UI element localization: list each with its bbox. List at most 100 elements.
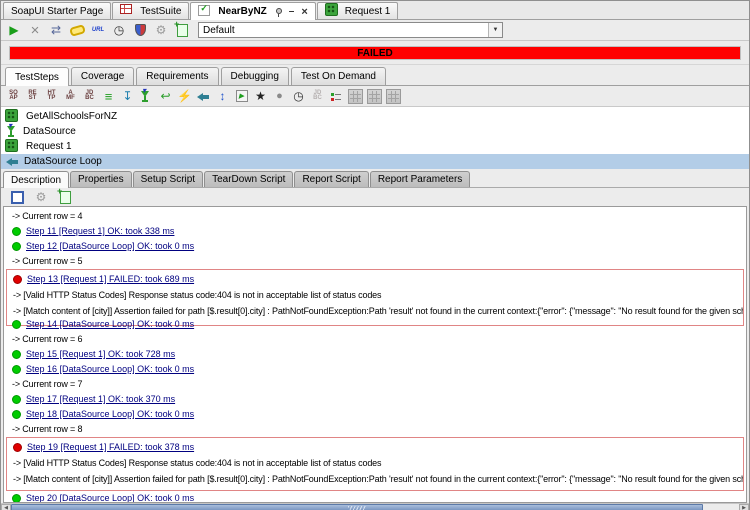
- http-request-step-icon[interactable]: HTTP: [44, 89, 59, 104]
- teststep-label: DataSource Loop: [24, 156, 102, 167]
- scroll-right-button[interactable]: ▶: [739, 504, 749, 510]
- doc-tab-nearbynz[interactable]: NearByNZ–×: [190, 2, 315, 20]
- teststep-datasource-loop[interactable]: DataSource Loop: [1, 154, 749, 169]
- share-link-icon[interactable]: [69, 22, 85, 38]
- copy-url-icon[interactable]: URL: [90, 22, 106, 38]
- datasource-loop-step-icon[interactable]: [196, 89, 211, 104]
- teststep-request-1[interactable]: Request 1: [1, 139, 749, 154]
- log-step-link[interactable]: Step 19 [Request 1] FAILED: took 378 ms: [27, 439, 194, 455]
- manual-step-icon[interactable]: JDBC: [310, 89, 325, 104]
- tab-teststeps[interactable]: TestSteps: [5, 67, 69, 86]
- log-step-link[interactable]: Step 18 [DataSource Loop] OK: took 0 ms: [26, 407, 194, 422]
- cancel-button[interactable]: ×: [27, 22, 43, 38]
- doc-tab-label: TestSuite: [140, 6, 181, 17]
- property-transfer-step-icon[interactable]: ↕: [215, 89, 230, 104]
- log-step-link[interactable]: Step 16 [DataSource Loop] OK: took 0 ms: [26, 362, 194, 377]
- rest-request-step-icon[interactable]: REST: [25, 89, 40, 104]
- datagen-grid-step-icon[interactable]: [348, 89, 363, 104]
- table-grid-step-icon[interactable]: [386, 89, 401, 104]
- run-toolbar-icons: ▶ × ⇄ URL ◷ ⚙: [6, 22, 190, 38]
- scroll-thumb[interactable]: [11, 504, 703, 510]
- failed-step-group: Step 19 [Request 1] FAILED: took 378 ms-…: [6, 437, 744, 491]
- status-failed-icon: [13, 443, 22, 452]
- tab-report-script[interactable]: Report Script: [294, 171, 368, 187]
- log-step-link[interactable]: Step 12 [DataSource Loop] OK: took 0 ms: [26, 239, 194, 254]
- settings-icon[interactable]: ⚙: [33, 189, 49, 205]
- log-step-row: Step 18 [DataSource Loop] OK: took 0 ms: [4, 407, 746, 422]
- amf-request-step-icon[interactable]: AMF: [63, 89, 78, 104]
- detail-tab-label: Report Parameters: [378, 174, 462, 185]
- doc-tab-testsuite[interactable]: TestSuite: [112, 2, 189, 19]
- export-log-icon[interactable]: [57, 189, 73, 205]
- soap-request-step-icon[interactable]: SOAP: [6, 89, 21, 104]
- tab-test-on-demand[interactable]: Test On Demand: [291, 67, 386, 85]
- mock-response-step-icon[interactable]: ●: [272, 89, 287, 104]
- log-failed-step-row: Step 13 [Request 1] FAILED: took 689 ms: [7, 271, 743, 287]
- environment-select-value: Default: [203, 25, 235, 36]
- log-step-link[interactable]: Step 15 [Request 1] OK: took 728 ms: [26, 347, 175, 362]
- minimize-icon[interactable]: –: [289, 7, 295, 17]
- rest-request-icon: [5, 139, 21, 155]
- tab-properties[interactable]: Properties: [70, 171, 132, 187]
- create-new-icon[interactable]: [174, 22, 190, 38]
- tab-coverage[interactable]: Coverage: [71, 67, 134, 85]
- jdbc-request-step-icon[interactable]: JDBC: [82, 89, 97, 104]
- view-tab-label: Debugging: [231, 71, 279, 82]
- doc-tab-label: Request 1: [345, 6, 391, 17]
- detail-tab-label: Properties: [78, 174, 124, 185]
- doc-tab-label: SoapUI Starter Page: [11, 6, 103, 17]
- datasink-step-icon[interactable]: ↩: [158, 89, 173, 104]
- log-step-row: Step 17 [Request 1] OK: took 370 ms: [4, 392, 746, 407]
- run-button[interactable]: ▶: [6, 22, 22, 38]
- teststep-datasource[interactable]: ▾ DataSource: [1, 124, 749, 139]
- status-banner-area: FAILED: [1, 41, 749, 65]
- stop-icon[interactable]: [9, 189, 25, 205]
- datasource-icon: ▾: [5, 124, 18, 140]
- view-tab-label: Coverage: [81, 71, 124, 82]
- scroll-track[interactable]: [703, 504, 739, 510]
- document-tab-bar: SoapUI Starter Page TestSuite NearByNZ–× Re…: [1, 1, 749, 20]
- datasource-step-icon[interactable]: ▾: [139, 89, 154, 104]
- tab-debugging[interactable]: Debugging: [221, 67, 289, 85]
- run-testcase-step-icon[interactable]: ▶: [234, 89, 249, 104]
- tab-report-parameters[interactable]: Report Parameters: [370, 171, 470, 187]
- log-step-link[interactable]: Step 13 [Request 1] FAILED: took 689 ms: [27, 271, 194, 287]
- environment-select[interactable]: Default ▼: [198, 22, 503, 38]
- checklist-step-icon[interactable]: [329, 89, 344, 104]
- assertion-step-icon[interactable]: ★: [253, 89, 268, 104]
- goto-step-icon[interactable]: ↧: [120, 89, 135, 104]
- log-step-link[interactable]: Step 17 [Request 1] OK: took 370 ms: [26, 392, 175, 407]
- teststep-label: DataSource: [23, 126, 76, 137]
- scroll-left-button[interactable]: ◀: [1, 504, 11, 510]
- tab-teardown-script[interactable]: TearDown Script: [204, 171, 293, 187]
- teststep-list: GetAllSchoolsForNZ▾ DataSource Request 1 Da…: [1, 107, 749, 169]
- tab-setup-script[interactable]: Setup Script: [133, 171, 203, 187]
- properties-step-icon[interactable]: ≡: [101, 89, 116, 104]
- security-shield-icon[interactable]: [132, 22, 148, 38]
- log-step-link[interactable]: Step 20 [DataSource Loop] OK: took 0 ms: [26, 491, 194, 503]
- status-banner: FAILED: [9, 46, 741, 60]
- doc-tab-request-1[interactable]: Request 1: [317, 2, 399, 19]
- doc-tab-soapui-starter-page[interactable]: SoapUI Starter Page: [3, 2, 111, 19]
- pin-icon[interactable]: [275, 7, 282, 17]
- status-ok-icon: [12, 410, 21, 419]
- log-step-link[interactable]: Step 11 [Request 1] OK: took 338 ms: [26, 224, 174, 239]
- log-step-row: Step 12 [DataSource Loop] OK: took 0 ms: [4, 239, 746, 254]
- settings-button[interactable]: ⚙: [153, 22, 169, 38]
- run-continuous-button[interactable]: ⇄: [48, 22, 64, 38]
- detail-tab-label: Description: [11, 175, 61, 186]
- tab-requirements[interactable]: Requirements: [136, 67, 218, 85]
- groovy-script-step-icon[interactable]: ⚡: [177, 89, 192, 104]
- excel-grid-step-icon[interactable]: [367, 89, 382, 104]
- detail-tab-bar: Description Properties Setup ScriptTearDow…: [1, 169, 749, 188]
- request-icon: [325, 3, 341, 19]
- teststep-getallschoolsfornz[interactable]: GetAllSchoolsForNZ: [1, 109, 749, 124]
- stopwatch-icon[interactable]: ◷: [111, 22, 127, 38]
- teststeps-toolbar: SOAP REST HTTP AMF JDBC ≡ ↧ ▾ ↩ ⚡ ↕ ▶ ★ ● ◷ JDBC: [1, 86, 749, 107]
- log-step-link[interactable]: Step 14 [DataSource Loop] OK: took 0 ms: [26, 317, 194, 332]
- close-icon[interactable]: ×: [301, 7, 307, 17]
- log-toolbar: ⚙: [1, 188, 749, 206]
- teststep-label: Request 1: [26, 141, 72, 152]
- delay-step-icon[interactable]: ◷: [291, 89, 306, 104]
- chevron-down-icon[interactable]: ▼: [488, 23, 502, 37]
